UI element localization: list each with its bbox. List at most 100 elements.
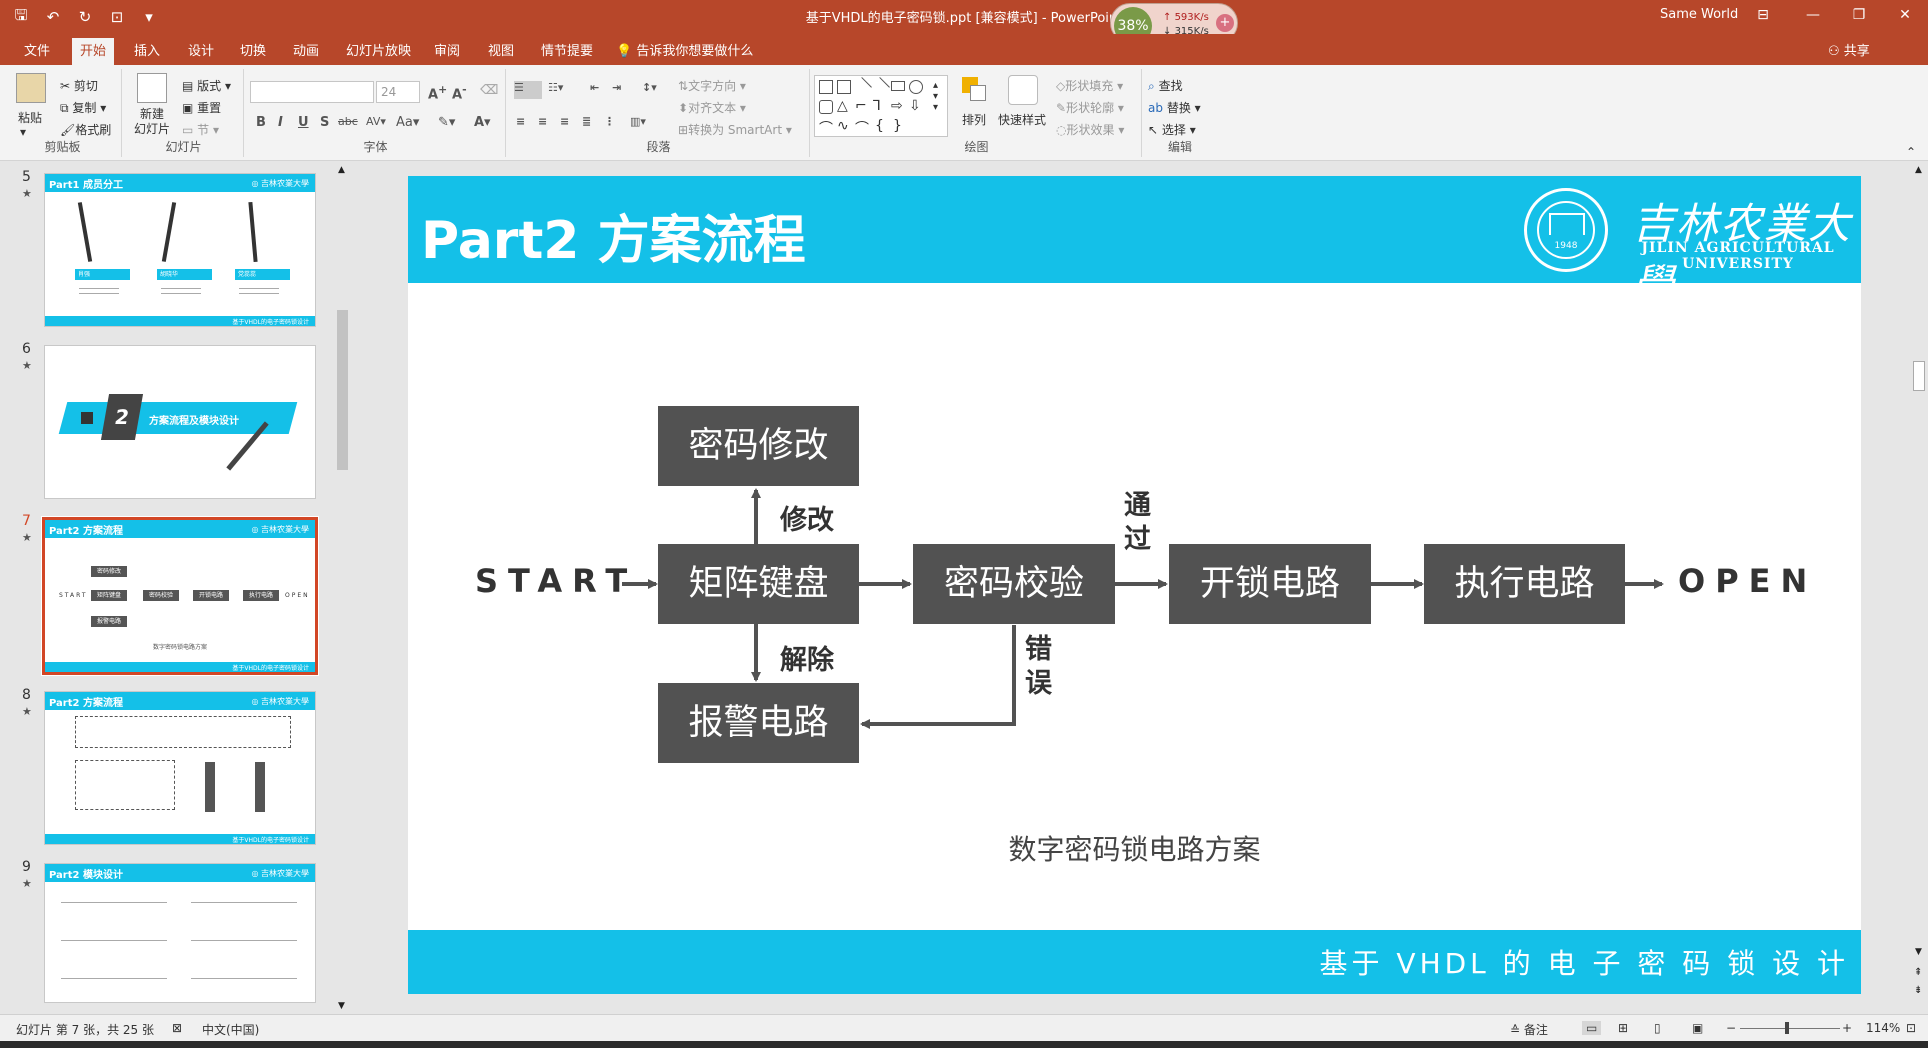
quick-styles-icon[interactable] xyxy=(1008,75,1038,105)
tab-home[interactable]: 开始 xyxy=(72,38,115,65)
ribbon-display-options-icon[interactable]: ⊟ xyxy=(1740,0,1786,30)
shapes-gallery[interactable]: △ ⌐ ⅂ ⇨ ⇩ ⌒ ∿ ⌒ { } ▴ ▾ ▾ xyxy=(814,75,948,137)
align-text-button[interactable]: ⬍对齐文本 ▾ xyxy=(678,99,746,116)
shape-outline-button[interactable]: ✎形状轮廓 ▾ xyxy=(1056,99,1124,116)
highlight-icon[interactable]: ✎▾ xyxy=(438,115,455,130)
zoom-in-icon[interactable]: + xyxy=(1842,1021,1852,1035)
vertical-textbox-shape-icon[interactable] xyxy=(837,80,851,94)
char-spacing-icon[interactable]: AV▾ xyxy=(366,115,386,128)
tab-design[interactable]: 设计 xyxy=(180,38,222,65)
widget-close-icon[interactable]: + xyxy=(1216,14,1234,32)
decrease-font-icon[interactable]: A- xyxy=(452,83,467,102)
fit-to-window-icon[interactable]: ⊡ xyxy=(1906,1021,1916,1035)
scroll-down-icon[interactable]: ▼ xyxy=(1915,947,1922,957)
rectangle-shape-icon[interactable] xyxy=(891,81,905,91)
brace-right-shape-icon[interactable]: } xyxy=(893,118,902,134)
bold-icon[interactable]: B xyxy=(256,115,266,130)
tab-transitions[interactable]: 切换 xyxy=(232,38,274,65)
slide-caption[interactable]: 数字密码锁电路方案 xyxy=(408,828,1861,868)
shadow-icon[interactable]: S xyxy=(320,115,329,130)
slideshow-view-icon[interactable]: ▣ xyxy=(1692,1021,1703,1035)
line-spacing-icon[interactable]: ↕▾ xyxy=(642,81,657,94)
slide-thumbnail-5[interactable]: Part1 成员分工 ◎ 吉林农業大學 肖强 胡晓华 党蕊蕊 基于VHDL的电子密… xyxy=(44,173,316,327)
textbox-shape-icon[interactable] xyxy=(819,80,833,94)
new-slide-icon[interactable] xyxy=(137,73,167,103)
arrow-line-shape-icon[interactable] xyxy=(870,77,890,97)
decrease-indent-icon[interactable]: ⇤ xyxy=(590,81,599,94)
connector-shape-icon[interactable]: ⅂ xyxy=(873,98,881,114)
box-unlock-circuit[interactable]: 开锁电路 xyxy=(1169,544,1371,624)
thumbnail-scrollbar[interactable]: ▲ ▼ xyxy=(335,165,350,1015)
reading-view-icon[interactable]: ▯ xyxy=(1654,1021,1661,1035)
strikethrough-icon[interactable]: abc xyxy=(338,115,358,128)
slide-scrollbar[interactable]: ▲ ▼ ⇞ ⇟ xyxy=(1910,161,1928,1014)
previous-slide-icon[interactable]: ⇞ xyxy=(1914,967,1922,978)
align-left-icon[interactable]: ≡ xyxy=(516,115,525,128)
box-alarm-circuit[interactable]: 报警电路 xyxy=(658,683,859,763)
change-case-icon[interactable]: Aa▾ xyxy=(396,115,419,130)
share-button[interactable]: ⚇ 共享 xyxy=(1828,38,1870,65)
minimize-button[interactable]: — xyxy=(1790,0,1836,30)
language-indicator[interactable]: 中文(中国) xyxy=(202,1021,259,1038)
spell-check-icon[interactable]: ⊠ xyxy=(172,1021,182,1035)
slide-sorter-icon[interactable]: ⊞ xyxy=(1618,1021,1628,1035)
brace-left-shape-icon[interactable]: { xyxy=(875,118,884,134)
user-name[interactable]: Same World xyxy=(1660,7,1738,22)
cut-button[interactable]: ✂ 剪切 xyxy=(60,77,98,94)
tab-insert[interactable]: 插入 xyxy=(126,38,168,65)
numbering-icon[interactable]: ☷▾ xyxy=(548,81,563,94)
box-execute-circuit[interactable]: 执行电路 xyxy=(1424,544,1625,624)
gallery-scroll-icon[interactable]: ▴ ▾ ▾ xyxy=(933,80,938,113)
font-color-icon[interactable]: A▾ xyxy=(474,115,491,130)
close-button[interactable]: ✕ xyxy=(1882,0,1928,30)
box-matrix-keypad[interactable]: 矩阵键盘 xyxy=(658,544,859,624)
line-shape-icon[interactable] xyxy=(852,77,872,97)
rounded-rect-shape-icon[interactable] xyxy=(819,100,833,114)
slide-scroll-thumb[interactable] xyxy=(1913,361,1925,391)
normal-view-icon[interactable]: ▭ xyxy=(1582,1021,1602,1035)
shape-effects-button[interactable]: ◌形状效果 ▾ xyxy=(1056,121,1124,138)
zoom-slider[interactable] xyxy=(1740,1022,1840,1034)
tab-view[interactable]: 视图 xyxy=(480,38,522,65)
paste-icon[interactable] xyxy=(16,73,46,103)
tab-review[interactable]: 审阅 xyxy=(426,38,468,65)
quick-styles-button[interactable]: 快速样式 xyxy=(998,111,1046,128)
format-painter-button[interactable]: 🖌格式刷 xyxy=(60,121,111,138)
tab-slideshow[interactable]: 幻灯片放映 xyxy=(338,38,419,65)
smartart-button[interactable]: ⊞转换为 SmartArt ▾ xyxy=(678,121,792,138)
font-size-combo[interactable]: 24 xyxy=(376,81,420,103)
bullets-icon[interactable]: ☰ xyxy=(514,81,542,99)
increase-font-icon[interactable]: A+ xyxy=(428,83,447,102)
arrange-button[interactable]: 排列 xyxy=(962,111,986,128)
current-slide[interactable]: Part2 方案流程 1948 吉林农業大學 JILIN AGRICULTURA… xyxy=(408,176,1861,994)
underline-icon[interactable]: U xyxy=(298,115,309,130)
curve-shape-icon[interactable]: ∿ xyxy=(837,118,849,134)
paste-dropdown-icon[interactable]: ▾ xyxy=(20,125,26,139)
align-center-icon[interactable]: ≡ xyxy=(538,115,547,128)
section-button[interactable]: ▭ 节 ▾ xyxy=(182,121,219,138)
shape-fill-button[interactable]: ◇形状填充 ▾ xyxy=(1056,77,1123,94)
tab-storyboard[interactable]: 情节提要 xyxy=(533,38,601,65)
oval-shape-icon[interactable] xyxy=(909,80,923,94)
box-password-modify[interactable]: 密码修改 xyxy=(658,406,859,486)
clear-format-icon[interactable]: ⌫ xyxy=(480,83,498,98)
thumbnail-scroll-thumb[interactable] xyxy=(337,310,348,470)
box-password-verify[interactable]: 密码校验 xyxy=(913,544,1115,624)
slide-thumbnail-7-selected[interactable]: Part2 方案流程 ◎ 吉林农業大學 密码修改 矩阵键盘 密码校验 开锁电路 执… xyxy=(41,516,319,676)
tab-animations[interactable]: 动画 xyxy=(285,38,327,65)
scroll-down-icon[interactable]: ▼ xyxy=(338,1001,345,1011)
freeform-shape-icon[interactable]: ⌒ xyxy=(819,118,833,138)
slide-counter[interactable]: 幻灯片 第 7 张，共 25 张 xyxy=(16,1021,154,1038)
increase-indent-icon[interactable]: ⇥ xyxy=(612,81,621,94)
triangle-shape-icon[interactable]: △ xyxy=(837,98,848,114)
zoom-out-icon[interactable]: − xyxy=(1726,1021,1736,1035)
copy-button[interactable]: ⧉ 复制 ▾ xyxy=(60,99,106,116)
arrange-icon[interactable] xyxy=(960,75,990,105)
tab-file[interactable]: 文件 xyxy=(16,38,58,65)
select-button[interactable]: ↖ 选择 ▾ xyxy=(1148,121,1196,138)
scroll-up-icon[interactable]: ▲ xyxy=(338,165,345,175)
restore-button[interactable]: ❐ xyxy=(1836,0,1882,30)
columns-icon[interactable]: ▥▾ xyxy=(630,115,646,128)
tell-me-search[interactable]: 💡 告诉我你想要做什么 xyxy=(616,38,753,65)
text-direction-button[interactable]: ⇅文字方向 ▾ xyxy=(678,77,746,94)
